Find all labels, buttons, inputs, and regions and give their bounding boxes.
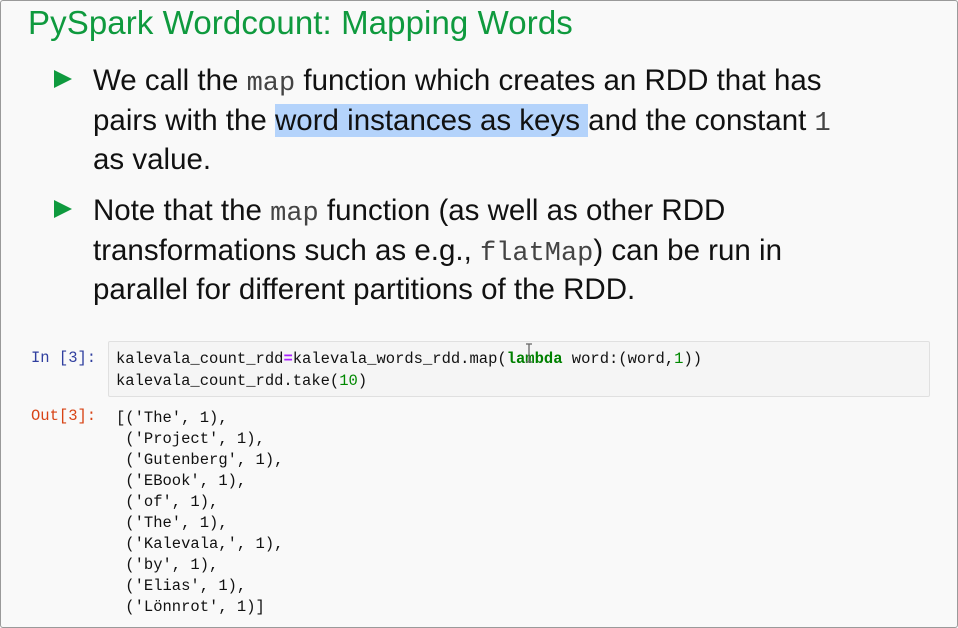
bullet2-text: transformations such as e.g., [93, 234, 480, 267]
bullet2-line3: parallel for different partitions of the… [93, 273, 636, 306]
slide-title: PySpark Wordcount: Mapping Words [28, 4, 573, 41]
input-prompt: In [3]: [31, 349, 97, 367]
output-line: ('Elias', 1), [116, 577, 247, 595]
bullet2-text: function (as well as other RDD [318, 194, 726, 227]
code-token: )) [683, 350, 703, 368]
code-token: kalevala_count_rdd.take( [116, 372, 340, 390]
output-line: ('by', 1), [116, 556, 219, 574]
output-line: ('The', 1), [116, 514, 228, 532]
selected-text-highlight[interactable]: word instances as keys [275, 104, 589, 137]
output-line: ('Gutenberg', 1), [116, 451, 284, 469]
triangle-bullet-icon [52, 68, 76, 92]
inline-code-one: 1 [814, 109, 831, 139]
code-token: kalevala_count_rdd [116, 350, 284, 368]
output-line: ('Project', 1), [116, 430, 265, 448]
code-keyword: lambda [506, 350, 563, 368]
code-line-2: kalevala_count_rdd.take(10) [116, 372, 367, 390]
output-line: ('EBook', 1), [116, 472, 247, 490]
code-input-area[interactable]: kalevala_count_rdd=kalevala_words_rdd.ma… [108, 341, 930, 397]
inline-code-map: map [270, 199, 319, 229]
output-prompt: Out[3]: [31, 407, 97, 425]
inline-code-map: map [246, 69, 296, 99]
bullet1-text: pairs with the [93, 104, 275, 137]
bullet1-line1: We call the map function which creates a… [93, 62, 822, 103]
code-token: kalevala_words_rdd.map( [292, 350, 507, 368]
bullet2-text: Note that the [93, 194, 271, 227]
triangle-bullet-icon [52, 198, 76, 222]
bullet2-line1: Note that the map function (as well as o… [93, 192, 725, 233]
bullet1-text: We call the [93, 64, 247, 97]
code-token: ) [357, 372, 368, 390]
text-cursor-icon [525, 343, 533, 363]
bullet1-text: function which creates an RDD that has [295, 64, 822, 97]
code-line-1: kalevala_count_rdd=kalevala_words_rdd.ma… [116, 350, 702, 368]
output-line: ('of', 1), [116, 493, 219, 511]
inline-code-flatmap: flatMap [479, 239, 594, 269]
code-number: 10 [339, 372, 358, 390]
bullet1-line3: as value. [93, 143, 212, 176]
bullet1-text: and the constant [588, 104, 815, 137]
code-token: word:(word, [562, 350, 675, 368]
output-line: [('The', 1), [116, 409, 228, 427]
bullet2-text: ) can be run in [593, 234, 782, 267]
bullet1-line2: pairs with the word instances as keys an… [93, 102, 831, 143]
output-line: ('Kalevala,', 1), [116, 535, 284, 553]
bullet2-line2: transformations such as e.g., flatMap) c… [93, 232, 782, 273]
output-line: ('Lönnrot', 1)] [116, 598, 265, 616]
code-operator: = [283, 350, 293, 368]
